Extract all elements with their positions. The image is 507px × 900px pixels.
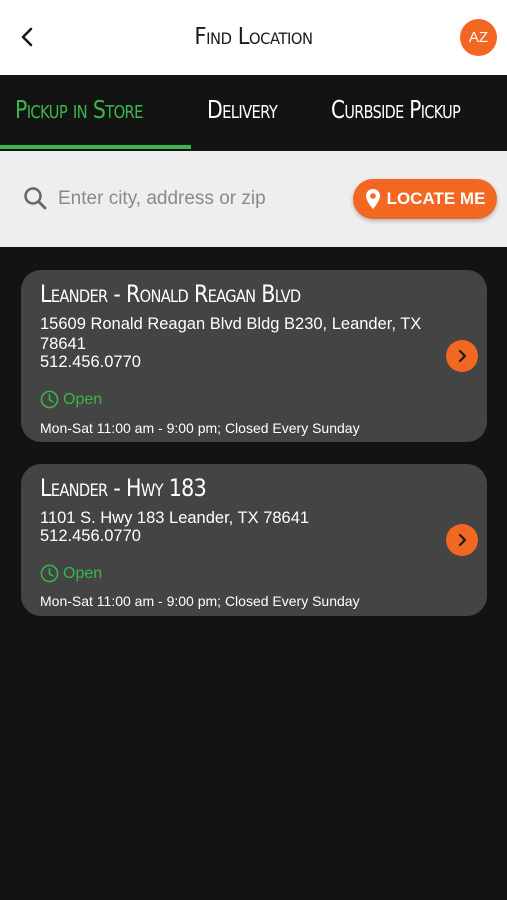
location-pin-icon — [365, 189, 380, 209]
clock-icon — [40, 564, 59, 583]
location-card[interactable]: Leander - Hwy 183 1101 S. Hwy 183 Leande… — [21, 464, 487, 616]
locate-me-label: LOCATE ME — [386, 189, 486, 208]
location-hours: Mon-Sat 11:00 am - 9:00 pm; Closed Every… — [40, 420, 360, 436]
location-name: Leander - Ronald Reagan Blvd — [40, 280, 301, 308]
app-header: Find Location AZ — [0, 0, 507, 75]
location-phone[interactable]: 512.456.0770 — [40, 527, 141, 546]
location-details-button[interactable] — [446, 340, 478, 372]
user-avatar[interactable]: AZ — [460, 19, 497, 56]
tab-delivery[interactable]: Delivery — [207, 95, 278, 124]
location-name: Leander - Hwy 183 — [40, 474, 207, 502]
clock-icon — [40, 390, 59, 409]
location-hours: Mon-Sat 11:00 am - 9:00 pm; Closed Every… — [40, 593, 360, 609]
location-status: Open — [40, 564, 102, 583]
locate-me-button[interactable]: LOCATE ME — [353, 179, 497, 219]
chevron-right-icon — [458, 533, 467, 547]
order-type-tabs: Pickup in Store Delivery Curbside Pickup — [0, 75, 507, 149]
tab-curbside-pickup[interactable]: Curbside Pickup — [331, 95, 461, 124]
page-title: Find Location — [194, 24, 313, 50]
location-address: 15609 Ronald Reagan Blvd Bldg B230, Lean… — [40, 315, 422, 353]
status-label: Open — [63, 564, 103, 582]
chevron-right-icon — [458, 349, 467, 363]
tab-pickup-in-store[interactable]: Pickup in Store — [15, 95, 143, 124]
location-phone[interactable]: 512.456.0770 — [40, 353, 141, 372]
search-icon — [24, 187, 47, 210]
location-address: 1101 S. Hwy 183 Leander, TX 78641 — [40, 509, 310, 527]
status-label: Open — [63, 390, 103, 408]
location-card[interactable]: Leander - Ronald Reagan Blvd 15609 Ronal… — [21, 270, 487, 442]
location-status: Open — [40, 390, 102, 409]
active-tab-indicator — [0, 145, 191, 149]
location-details-button[interactable] — [446, 524, 478, 556]
search-input[interactable] — [58, 183, 338, 215]
